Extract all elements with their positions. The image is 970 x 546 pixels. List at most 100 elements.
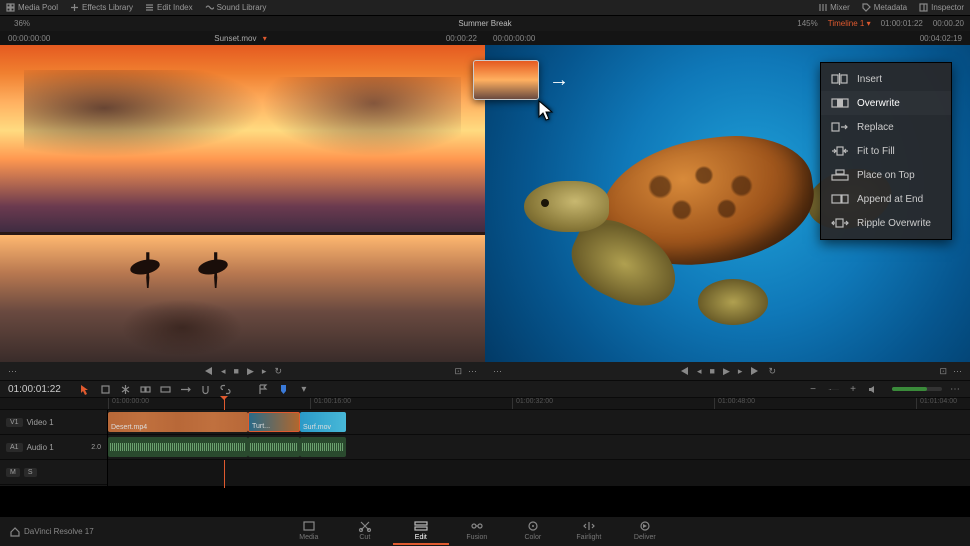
page-color[interactable]: Color	[505, 518, 561, 545]
menubar-inspector[interactable]: Inspector	[913, 3, 970, 12]
flag-tool[interactable]	[257, 382, 271, 396]
source-viewer[interactable]	[0, 45, 485, 362]
zoom-slider[interactable]	[826, 382, 840, 396]
zoom-in-icon[interactable]: +	[846, 382, 860, 396]
video-clip-selected[interactable]: Turt...	[248, 412, 300, 432]
menubar-edit-index[interactable]: Edit Index	[139, 3, 199, 12]
menu-append-at-end[interactable]: Append at End	[821, 187, 951, 211]
track-id: V1	[6, 418, 23, 427]
zoom-out-icon[interactable]: −	[806, 382, 820, 396]
go-start-icon[interactable]	[203, 366, 213, 376]
match-frame-icon[interactable]: ⊡	[939, 366, 947, 377]
program-duration: 00:00.20	[933, 19, 964, 28]
play-icon[interactable]: ▶	[247, 366, 254, 377]
solo-button[interactable]: S	[24, 468, 37, 477]
menu-ripple-overwrite[interactable]: Ripple Overwrite	[821, 211, 951, 235]
marker-tool[interactable]	[277, 382, 291, 396]
ruler-tick: 01:01:04:00	[916, 398, 957, 409]
dropdown-icon[interactable]: ⋯	[493, 366, 502, 377]
options-icon[interactable]: ⋯	[468, 366, 477, 377]
go-start-icon[interactable]	[679, 366, 689, 376]
audio-clip[interactable]	[108, 437, 248, 457]
video-lane[interactable]: Desert.mp4 Turt... Surf.mov	[108, 410, 970, 435]
trim-tool[interactable]	[99, 382, 113, 396]
audio-track-controls[interactable]: M S	[0, 460, 107, 485]
menu-label: Fit to Fill	[857, 146, 895, 157]
menu-overwrite[interactable]: Overwrite	[821, 91, 951, 115]
marker-dropdown[interactable]: ▾	[297, 382, 311, 396]
append-icon	[831, 192, 849, 206]
stop-icon[interactable]: ■	[710, 366, 715, 376]
page-fusion[interactable]: Fusion	[449, 518, 505, 545]
audio-track-header[interactable]: A1 Audio 1 2.0	[0, 435, 107, 460]
source-clip-title[interactable]: Sunset.mov ▾	[78, 34, 407, 43]
go-end-icon[interactable]	[750, 366, 760, 376]
page-media[interactable]: Media	[281, 518, 337, 545]
timeline-ruler[interactable]: 01:00:00:00 01:00:16:00 01:00:32:00 01:0…	[0, 398, 970, 410]
workspace-menubar: Media Pool Effects Library Edit Index So…	[0, 0, 970, 16]
menu-insert[interactable]: Insert	[821, 67, 951, 91]
color-page-icon	[526, 520, 540, 532]
page-deliver[interactable]: Deliver	[617, 518, 673, 545]
track-lanes[interactable]: Desert.mp4 Turt... Surf.mov	[108, 410, 970, 486]
mute-button[interactable]: M	[6, 468, 20, 477]
dropdown-icon[interactable]: ⋯	[8, 366, 17, 377]
snap-tool[interactable]	[199, 382, 213, 396]
program-out-tc: 00:04:02:19	[892, 34, 962, 43]
menubar-metadata[interactable]: Metadata	[856, 3, 913, 12]
options-icon[interactable]: ⋯	[953, 366, 962, 377]
next-frame-icon[interactable]: ▸	[262, 366, 267, 377]
video-clip[interactable]: Surf.mov	[300, 412, 346, 432]
page-fairlight[interactable]: Fairlight	[561, 518, 617, 545]
prev-frame-icon[interactable]: ◂	[221, 366, 226, 377]
next-frame-icon[interactable]: ▸	[738, 366, 743, 377]
ripple-overwrite-icon	[831, 216, 849, 230]
video-track-header[interactable]: V1 Video 1	[0, 410, 107, 435]
transport-row: ⋯ ◂ ■ ▶ ▸ ↻ ⊡ ⋯ ⋯ ◂ ■ ▶ ▸ ↻ ⊡ ⋯	[0, 362, 970, 380]
overwrite-tool[interactable]	[159, 382, 173, 396]
audio-clip[interactable]	[248, 437, 300, 457]
menu-replace[interactable]: Replace	[821, 115, 951, 139]
play-icon[interactable]: ▶	[723, 366, 730, 377]
menu-place-on-top[interactable]: Place on Top	[821, 163, 951, 187]
program-in-tc: 00:00:00:00	[493, 34, 563, 43]
audio-clip[interactable]	[300, 437, 346, 457]
deliver-page-icon	[638, 520, 652, 532]
menu-label: Overwrite	[857, 98, 900, 109]
track-name: Audio 1	[27, 443, 54, 452]
menubar-label: Media Pool	[18, 3, 58, 12]
menu-label: Place on Top	[857, 170, 915, 181]
speaker-icon[interactable]	[866, 382, 880, 396]
place-on-top-icon	[831, 168, 849, 182]
insert-tool[interactable]	[139, 382, 153, 396]
loop-icon[interactable]: ↻	[274, 366, 282, 377]
menu-fit-to-fill[interactable]: Fit to Fill	[821, 139, 951, 163]
stop-icon[interactable]: ■	[234, 366, 239, 376]
match-frame-icon[interactable]: ⊡	[454, 366, 462, 377]
selection-tool[interactable]	[79, 382, 93, 396]
replace-tool[interactable]	[179, 382, 193, 396]
source-in-tc: 00:00:00:00	[8, 34, 78, 43]
source-zoom[interactable]: 36%	[6, 19, 38, 28]
loop-icon[interactable]: ↻	[768, 366, 776, 377]
menu-label: Replace	[857, 122, 894, 133]
audio-lane[interactable]	[108, 435, 970, 460]
app-brand[interactable]: DaVinci Resolve 17	[0, 527, 104, 537]
menubar-label: Effects Library	[82, 3, 133, 12]
timeline-selector[interactable]: Timeline 1 ▾	[828, 19, 871, 28]
menubar-sound-library[interactable]: Sound Library	[199, 3, 273, 12]
video-clip[interactable]: Desert.mp4	[108, 412, 248, 432]
link-tool[interactable]	[219, 382, 233, 396]
page-edit[interactable]: Edit	[393, 518, 449, 545]
page-cut[interactable]: Cut	[337, 518, 393, 545]
program-zoom[interactable]: 145%	[797, 19, 817, 28]
timeline-timecode[interactable]: 01:00:01:22	[8, 384, 61, 395]
menubar-media-pool[interactable]: Media Pool	[0, 3, 64, 12]
volume-slider[interactable]	[892, 387, 942, 391]
menubar-effects-library[interactable]: Effects Library	[64, 3, 139, 12]
mute-icon[interactable]: ⋯	[948, 382, 962, 396]
grid-icon	[6, 3, 15, 12]
menubar-mixer[interactable]: Mixer	[812, 3, 856, 12]
prev-frame-icon[interactable]: ◂	[697, 366, 702, 377]
blade-tool[interactable]	[119, 382, 133, 396]
